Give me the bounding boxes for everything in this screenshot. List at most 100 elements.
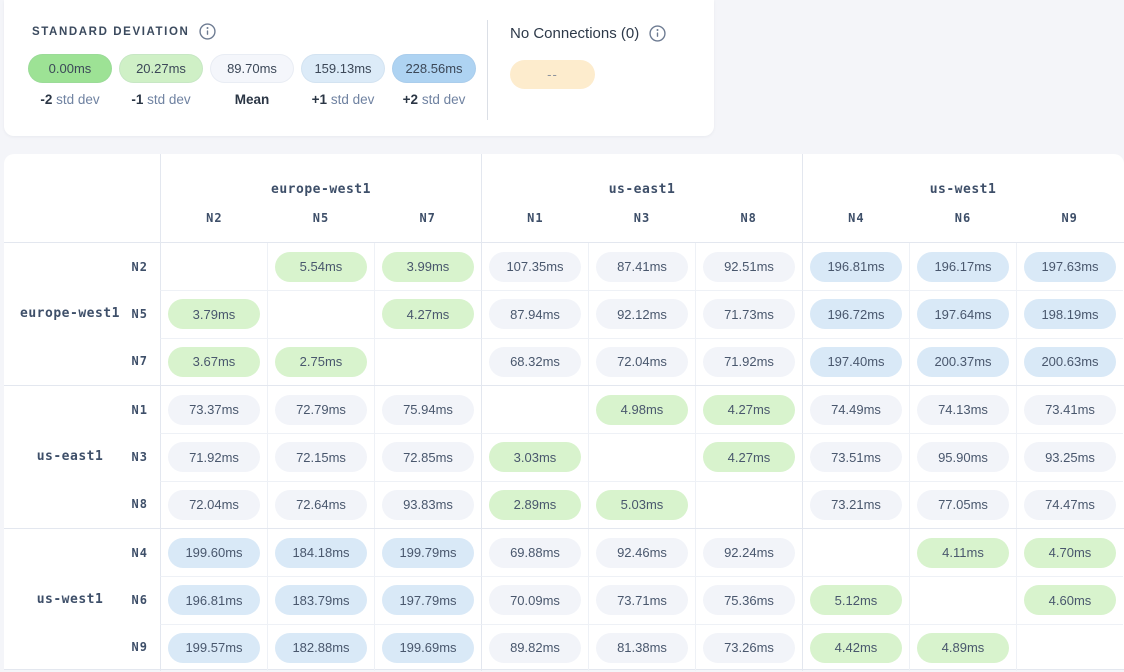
latency-pill[interactable]: 196.17ms bbox=[917, 252, 1009, 282]
info-icon[interactable] bbox=[649, 25, 666, 42]
latency-pill[interactable]: 2.75ms bbox=[275, 347, 367, 377]
latency-pill[interactable]: 3.67ms bbox=[168, 347, 260, 377]
latency-pill[interactable]: 92.51ms bbox=[703, 252, 795, 282]
latency-pill[interactable]: 93.25ms bbox=[1024, 442, 1116, 472]
legend-label-+1: +1 std dev bbox=[301, 92, 385, 107]
latency-pill[interactable]: 199.69ms bbox=[382, 633, 474, 663]
latency-pill[interactable]: 72.15ms bbox=[275, 442, 367, 472]
latency-pill[interactable]: 68.32ms bbox=[489, 347, 581, 377]
latency-pill[interactable]: 197.40ms bbox=[810, 347, 902, 377]
latency-pill[interactable]: 4.60ms bbox=[1024, 585, 1116, 615]
latency-cell: 92.12ms bbox=[588, 290, 695, 337]
latency-pill[interactable]: 200.63ms bbox=[1024, 347, 1116, 377]
latency-pill[interactable]: 87.41ms bbox=[596, 252, 688, 282]
info-icon[interactable] bbox=[199, 23, 216, 40]
latency-pill[interactable]: 4.70ms bbox=[1024, 538, 1116, 568]
latency-cell: 72.04ms bbox=[160, 481, 267, 528]
latency-pill[interactable]: 73.37ms bbox=[168, 395, 260, 425]
latency-cell: 3.99ms bbox=[374, 243, 481, 290]
latency-pill[interactable]: 182.88ms bbox=[275, 633, 367, 663]
legend-pill-mean: 89.70ms bbox=[210, 54, 294, 83]
latency-cell: 197.63ms bbox=[1016, 243, 1123, 290]
latency-cell: 200.37ms bbox=[909, 338, 1016, 385]
latency-pill[interactable]: 4.89ms bbox=[917, 633, 1009, 663]
empty-cell bbox=[481, 386, 588, 433]
latency-pill[interactable]: 72.85ms bbox=[382, 442, 474, 472]
latency-cell: 92.51ms bbox=[695, 243, 802, 290]
latency-cell: 3.03ms bbox=[481, 433, 588, 480]
latency-pill[interactable]: 4.27ms bbox=[703, 442, 795, 472]
latency-cell: 4.27ms bbox=[695, 433, 802, 480]
latency-pill[interactable]: 69.88ms bbox=[489, 538, 581, 568]
column-header-n9: N9 bbox=[1016, 211, 1123, 225]
latency-pill[interactable]: 72.64ms bbox=[275, 490, 367, 520]
latency-pill[interactable]: 5.03ms bbox=[596, 490, 688, 520]
column-header-n8: N8 bbox=[695, 211, 802, 225]
latency-pill[interactable]: 89.82ms bbox=[489, 633, 581, 663]
latency-pill[interactable]: 196.81ms bbox=[168, 585, 260, 615]
latency-pill[interactable]: 200.37ms bbox=[917, 347, 1009, 377]
latency-pill[interactable]: 183.79ms bbox=[275, 585, 367, 615]
latency-pill[interactable]: 4.98ms bbox=[596, 395, 688, 425]
latency-cell: 184.18ms bbox=[267, 529, 374, 576]
latency-pill[interactable]: 72.04ms bbox=[168, 490, 260, 520]
latency-pill[interactable]: 2.89ms bbox=[489, 490, 581, 520]
latency-cell: 73.51ms bbox=[802, 433, 909, 480]
latency-pill[interactable]: 197.79ms bbox=[382, 585, 474, 615]
latency-pill[interactable]: 107.35ms bbox=[489, 252, 581, 282]
latency-pill[interactable]: 197.64ms bbox=[917, 299, 1009, 329]
latency-pill[interactable]: 3.99ms bbox=[382, 252, 474, 282]
latency-pill[interactable]: 199.57ms bbox=[168, 633, 260, 663]
latency-pill[interactable]: 70.09ms bbox=[489, 585, 581, 615]
table-row: N173.37ms72.79ms75.94ms4.98ms4.27ms74.49… bbox=[4, 386, 1124, 433]
latency-cell: 197.40ms bbox=[802, 338, 909, 385]
latency-pill[interactable]: 196.72ms bbox=[810, 299, 902, 329]
latency-pill[interactable]: 198.19ms bbox=[1024, 299, 1116, 329]
latency-pill[interactable]: 4.42ms bbox=[810, 633, 902, 663]
latency-pill[interactable]: 75.36ms bbox=[703, 585, 795, 615]
latency-pill[interactable]: 199.79ms bbox=[382, 538, 474, 568]
latency-pill[interactable]: 3.03ms bbox=[489, 442, 581, 472]
latency-cell: 71.92ms bbox=[695, 338, 802, 385]
latency-pill[interactable]: 199.60ms bbox=[168, 538, 260, 568]
latency-pill[interactable]: 73.51ms bbox=[810, 442, 902, 472]
latency-pill[interactable]: 74.47ms bbox=[1024, 490, 1116, 520]
latency-pill[interactable]: 196.81ms bbox=[810, 252, 902, 282]
latency-pill[interactable]: 92.12ms bbox=[596, 299, 688, 329]
latency-pill[interactable]: 71.92ms bbox=[703, 347, 795, 377]
latency-pill[interactable]: 5.54ms bbox=[275, 252, 367, 282]
column-header-n2: N2 bbox=[161, 211, 268, 225]
latency-pill[interactable]: 87.94ms bbox=[489, 299, 581, 329]
column-node-row: N4N6N9 bbox=[803, 211, 1123, 225]
latency-pill[interactable]: 92.24ms bbox=[703, 538, 795, 568]
latency-pill[interactable]: 92.46ms bbox=[596, 538, 688, 568]
latency-pill[interactable]: 77.05ms bbox=[917, 490, 1009, 520]
latency-pill[interactable]: 73.21ms bbox=[810, 490, 902, 520]
latency-pill[interactable]: 73.41ms bbox=[1024, 395, 1116, 425]
latency-pill[interactable]: 197.63ms bbox=[1024, 252, 1116, 282]
latency-pill[interactable]: 73.71ms bbox=[596, 585, 688, 615]
latency-pill[interactable]: 4.11ms bbox=[917, 538, 1009, 568]
latency-cell: 2.89ms bbox=[481, 481, 588, 528]
latency-pill[interactable]: 72.79ms bbox=[275, 395, 367, 425]
latency-pill[interactable]: 3.79ms bbox=[168, 299, 260, 329]
latency-cell: 4.98ms bbox=[588, 386, 695, 433]
latency-pill[interactable]: 184.18ms bbox=[275, 538, 367, 568]
latency-pill[interactable]: 4.27ms bbox=[382, 299, 474, 329]
latency-pill[interactable]: 4.27ms bbox=[703, 395, 795, 425]
latency-pill[interactable]: 95.90ms bbox=[917, 442, 1009, 472]
latency-cell: 73.71ms bbox=[588, 576, 695, 623]
latency-pill[interactable]: 5.12ms bbox=[810, 585, 902, 615]
latency-pill[interactable]: 81.38ms bbox=[596, 633, 688, 663]
latency-pill[interactable]: 73.26ms bbox=[703, 633, 795, 663]
latency-pill[interactable]: 74.49ms bbox=[810, 395, 902, 425]
latency-pill[interactable]: 72.04ms bbox=[596, 347, 688, 377]
latency-pill[interactable]: 71.92ms bbox=[168, 442, 260, 472]
latency-pill[interactable]: 71.73ms bbox=[703, 299, 795, 329]
latency-cell: 2.75ms bbox=[267, 338, 374, 385]
latency-cell: 72.79ms bbox=[267, 386, 374, 433]
latency-pill[interactable]: 93.83ms bbox=[382, 490, 474, 520]
latency-pill[interactable]: 75.94ms bbox=[382, 395, 474, 425]
latency-cell: 81.38ms bbox=[588, 624, 695, 671]
latency-pill[interactable]: 74.13ms bbox=[917, 395, 1009, 425]
